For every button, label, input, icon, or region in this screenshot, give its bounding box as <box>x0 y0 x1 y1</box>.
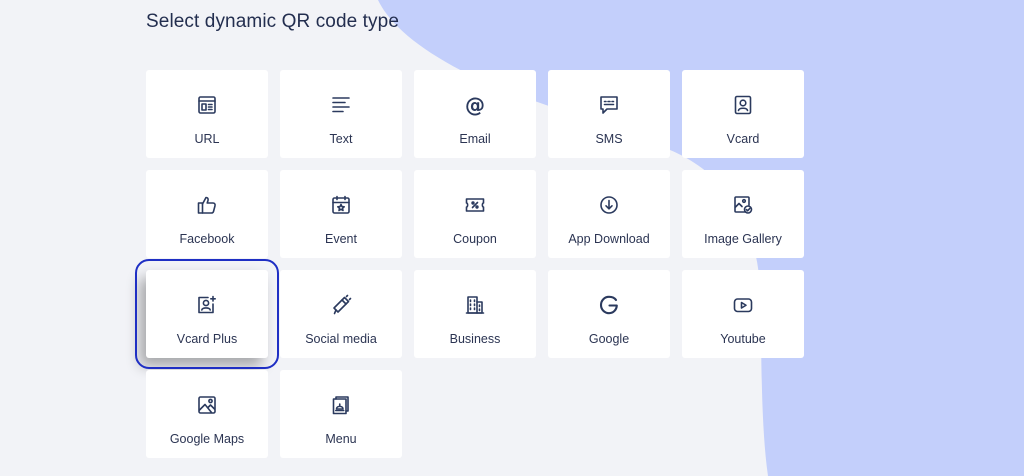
qr-type-label: Text <box>329 132 353 146</box>
qr-type-google-card[interactable]: Google <box>548 270 670 358</box>
thumbs-up-icon <box>196 194 218 216</box>
qr-type-label: Email <box>459 132 491 146</box>
qr-type-label: URL <box>194 132 220 146</box>
qr-type-label: SMS <box>595 132 623 146</box>
qr-type-event-card[interactable]: Event <box>280 170 402 258</box>
coupon-percent-icon <box>464 194 486 216</box>
qr-type-label: Facebook <box>179 232 235 246</box>
qr-type-page: Select dynamic QR code type URL Text @ E… <box>0 0 1024 476</box>
megaphone-icon <box>330 294 352 316</box>
qr-type-url-card[interactable]: URL <box>146 70 268 158</box>
qr-type-label: Google Maps <box>169 432 245 446</box>
qr-type-coupon-card[interactable]: Coupon <box>414 170 536 258</box>
contact-card-icon <box>732 94 754 116</box>
qr-type-sms-card[interactable]: SMS <box>548 70 670 158</box>
qr-type-youtube-card[interactable]: Youtube <box>682 270 804 358</box>
qr-type-label: Image Gallery <box>704 232 782 246</box>
qr-type-app-download-card[interactable]: App Download <box>548 170 670 258</box>
qr-type-label: Google <box>588 332 630 346</box>
qr-type-label: Social media <box>305 332 377 346</box>
qr-type-business-card[interactable]: Business <box>414 270 536 358</box>
qr-type-email-card[interactable]: @ Email <box>414 70 536 158</box>
qr-type-menu-card[interactable]: Menu <box>280 370 402 458</box>
qr-type-label: Vcard <box>726 132 760 146</box>
at-sign-icon: @ <box>465 93 485 117</box>
map-image-icon <box>196 394 218 416</box>
qr-type-label: Vcard Plus <box>176 332 238 346</box>
qr-type-vcard-card[interactable]: Vcard <box>682 70 804 158</box>
qr-type-label: Coupon <box>453 232 497 246</box>
qr-type-image-gallery-card[interactable]: Image Gallery <box>682 170 804 258</box>
text-lines-icon <box>330 94 352 116</box>
qr-type-facebook-card[interactable]: Facebook <box>146 170 268 258</box>
download-circle-icon <box>598 194 620 216</box>
qr-type-label: Business <box>449 332 501 346</box>
image-gallery-icon <box>732 194 754 216</box>
qr-type-label: Event <box>325 232 357 246</box>
qr-type-google-maps-card[interactable]: Google Maps <box>146 370 268 458</box>
qr-type-label: App Download <box>568 232 650 246</box>
calendar-star-icon <box>330 194 352 216</box>
qr-type-label: Menu <box>325 432 357 446</box>
qr-type-label: Youtube <box>720 332 766 346</box>
play-button-icon <box>732 294 754 316</box>
contact-plus-icon <box>196 294 218 316</box>
page-title: Select dynamic QR code type <box>146 11 399 32</box>
qr-type-grid: URL Text @ Email SMS Vcard Facebook Even… <box>135 70 804 458</box>
google-g-icon <box>598 294 620 316</box>
qr-type-vcard-plus-card[interactable]: Vcard Plus <box>135 259 279 369</box>
browser-window-icon <box>196 94 218 116</box>
qr-type-text-card[interactable]: Text <box>280 70 402 158</box>
qr-type-social-media-card[interactable]: Social media <box>280 270 402 358</box>
sms-bubble-icon <box>598 94 620 116</box>
menu-document-icon <box>330 394 352 416</box>
building-icon <box>464 294 486 316</box>
